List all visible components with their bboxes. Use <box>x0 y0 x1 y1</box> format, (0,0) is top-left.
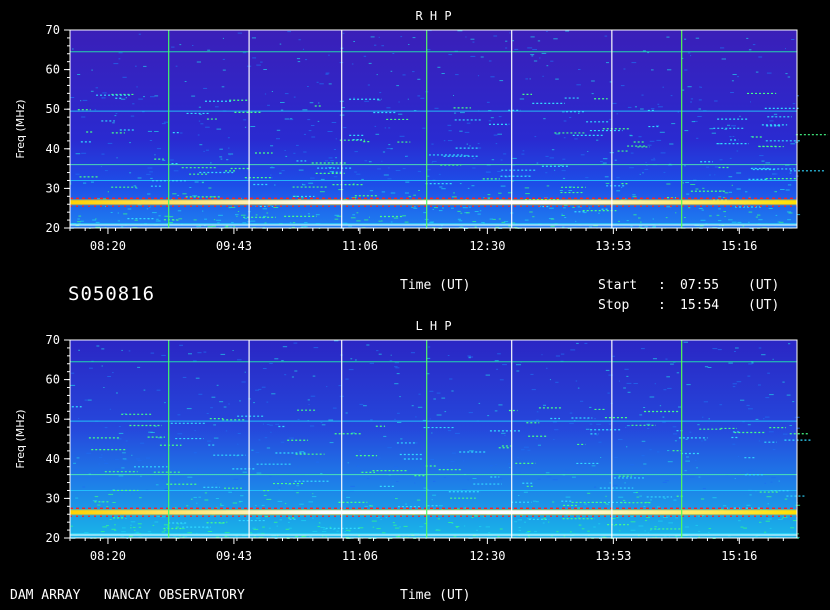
stop-label: Stop <box>598 298 630 313</box>
y-tick-label: 20 <box>46 221 60 235</box>
x-tick-label: 08:20 <box>90 239 126 253</box>
y-tick-label: 40 <box>46 142 60 156</box>
y-tick-label: 20 <box>46 531 60 545</box>
x-tick-label: 12:30 <box>469 549 505 563</box>
x-tick-label: 15:16 <box>721 239 757 253</box>
start-unit: (UT) <box>748 278 780 293</box>
bright-band <box>70 200 797 205</box>
y-tick-label: 50 <box>46 412 60 426</box>
header-time-label: Time (UT) <box>400 278 471 293</box>
y-tick-label: 70 <box>46 23 60 37</box>
observatory-label: DAM ARRAY NANCAY OBSERVATORY <box>10 588 245 603</box>
stop-unit: (UT) <box>748 298 780 313</box>
y-tick-label: 40 <box>46 452 60 466</box>
x-tick-label: 09:43 <box>216 549 252 563</box>
stop-value: 15:54 <box>680 298 720 313</box>
x-tick-label: 13:53 <box>595 239 631 253</box>
spectrogram-panel: 20 30 40 50 60 70 08:20 09:43 11:06 12:30 13:53 15:… <box>14 319 813 563</box>
x-tick-label: 13:53 <box>595 549 631 563</box>
stop-sep: : <box>658 298 666 313</box>
y-tick-label: 30 <box>46 491 60 505</box>
panel-title: R H P <box>415 9 451 23</box>
y-axis-label: Freq (MHz) <box>14 99 27 158</box>
x-tick-label: 11:06 <box>342 549 378 563</box>
y-tick-label: 30 <box>46 181 60 195</box>
panel-title: L H P <box>415 319 451 333</box>
footer-time-label: Time (UT) <box>400 588 471 603</box>
y-tick-label: 60 <box>46 63 60 77</box>
spectrogram-panel: 20 30 40 50 60 70 08:20 09:43 11:06 12:30 13:53 15:… <box>14 9 829 253</box>
y-tick-label: 70 <box>46 333 60 347</box>
x-tick-label: 09:43 <box>216 239 252 253</box>
y-tick-label: 60 <box>46 373 60 387</box>
y-axis-label: Freq (MHz) <box>14 409 27 468</box>
x-tick-label: 11:06 <box>342 239 378 253</box>
start-value: 07:55 <box>680 278 720 293</box>
start-sep: : <box>658 278 666 293</box>
station-id: S050816 <box>68 283 156 305</box>
x-tick-label: 15:16 <box>721 549 757 563</box>
y-tick-label: 50 <box>46 102 60 116</box>
x-tick-label: 12:30 <box>469 239 505 253</box>
start-label: Start <box>598 278 638 293</box>
x-tick-label: 08:20 <box>90 549 126 563</box>
bright-band <box>70 510 797 515</box>
